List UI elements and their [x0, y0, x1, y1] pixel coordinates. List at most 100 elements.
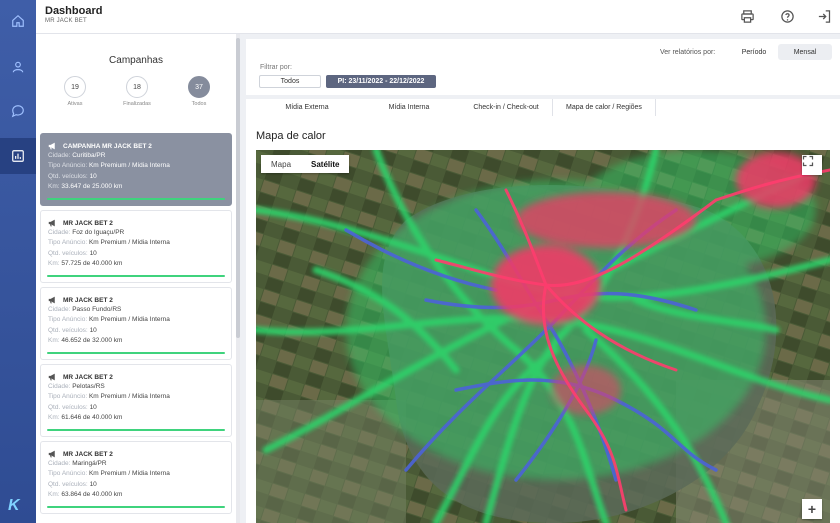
- campaign-km-row: Km: 57.725 de 40.000 km: [48, 259, 231, 269]
- campaign-vehicles: 10: [89, 172, 97, 180]
- campaign-vehicles-row: Qtd. veículos: 10: [48, 403, 231, 413]
- campaign-name: MR JACK BET 2: [63, 219, 113, 227]
- campaign-card-header: MR JACK BET 2: [48, 372, 231, 382]
- campaign-city-row: Cidade: Curitiba/PR: [48, 151, 231, 161]
- report-by-label: Ver relatórios por:: [660, 49, 716, 56]
- campaign-km-label: Km:: [48, 336, 60, 344]
- campaign-type: Km Premium / Mídia Interna: [88, 162, 170, 170]
- campaign-card[interactable]: MR JACK BET 2 Cidade: Passo Fundo/RS Tipo …: [40, 287, 232, 360]
- campaign-vehicles-row: Qtd. veículos: 10: [48, 249, 231, 259]
- campaign-city-row: Cidade: Foz do Iguaçu/PR: [48, 228, 231, 238]
- campaign-card[interactable]: MR JACK BET 2 Cidade: Maringá/PR Tipo Anún…: [40, 441, 232, 514]
- campaign-city-row: Cidade: Pelotas/RS: [48, 382, 231, 392]
- campaign-type-row: Tipo Anúncio: Km Premium / Mídia Interna: [48, 315, 231, 325]
- campaign-vehicles-label: Qtd. veículos:: [48, 403, 88, 411]
- campaign-card[interactable]: CAMPANHA MR JACK BET 2 Cidade: Curitiba/P…: [40, 133, 232, 206]
- campaign-vehicles-label: Qtd. veículos:: [48, 326, 88, 334]
- brand-logo: K: [8, 497, 20, 514]
- campaign-vehicles-row: Qtd. veículos: 10: [48, 326, 231, 336]
- report-periodo-option[interactable]: Período: [730, 44, 778, 60]
- megaphone-icon: [48, 219, 55, 227]
- campaign-city: Pelotas/RS: [72, 383, 105, 390]
- report-tabs: Mídia Externa Mídia Interna Check-in / C…: [246, 99, 840, 116]
- nav-reports[interactable]: [0, 138, 36, 174]
- tab-panel: Mapa de calor Mapa Satélite +: [246, 116, 840, 523]
- campaign-vehicles-label: Qtd. veículos:: [48, 480, 88, 488]
- tab-midia-externa[interactable]: Mídia Externa: [256, 99, 358, 116]
- home-icon: [12, 14, 24, 27]
- campaign-vehicles: 10: [89, 249, 97, 257]
- nav-chat[interactable]: [0, 93, 36, 129]
- campaign-type-label: Tipo Anúncio:: [48, 162, 88, 170]
- megaphone-icon: [48, 373, 55, 381]
- campaign-city: Maringá/PR: [72, 460, 107, 467]
- logout-button[interactable]: [814, 6, 834, 26]
- nav-users[interactable]: [0, 49, 36, 85]
- map-type-control: Mapa Satélite: [261, 155, 350, 173]
- campaign-km-row: Km: 61.646 de 40.000 km: [48, 413, 231, 423]
- chart-icon: [12, 150, 24, 162]
- campaign-card-header: MR JACK BET 2: [48, 218, 231, 228]
- campaign-card[interactable]: MR JACK BET 2 Cidade: Foz do Iguaçu/PR Tip…: [40, 210, 232, 283]
- campaign-card[interactable]: MR JACK BET 2 Cidade: Pelotas/RS Tipo Anún…: [40, 364, 232, 437]
- campaign-type-label: Tipo Anúncio:: [48, 316, 88, 324]
- campaign-card-header: MR JACK BET 2: [48, 449, 231, 459]
- heatmap-map[interactable]: Mapa Satélite +: [256, 150, 830, 523]
- campaign-km-row: Km: 63.864 de 40.000 km: [48, 490, 231, 500]
- campaign-type-label: Tipo Anúncio:: [48, 393, 88, 401]
- campaign-vehicles: 10: [89, 480, 97, 488]
- page-title: Dashboard: [45, 5, 103, 17]
- counter-finished[interactable]: 18: [126, 76, 148, 98]
- counter-active[interactable]: 19: [64, 76, 86, 98]
- user-icon: [12, 61, 24, 73]
- campaigns-scrollbar[interactable]: [236, 34, 240, 523]
- campaign-km: 46.652 de 32.000 km: [61, 336, 123, 344]
- fullscreen-button[interactable]: [802, 155, 822, 175]
- print-button[interactable]: [737, 6, 757, 26]
- campaign-card-header: MR JACK BET 2: [48, 295, 231, 305]
- campaign-progress-bar: [47, 275, 225, 277]
- campaign-vehicles: 10: [89, 403, 97, 411]
- page-subtitle: MR JACK BET: [45, 18, 87, 24]
- nav-home[interactable]: [0, 3, 36, 39]
- heatmap-layer: [256, 150, 830, 523]
- filter-bar: Ver relatórios por: Período Mensal Filtr…: [246, 39, 840, 95]
- campaign-vehicles-label: Qtd. veículos:: [48, 249, 88, 257]
- campaign-type: Km Premium / Mídia Interna: [88, 239, 170, 247]
- map-type-mapa[interactable]: Mapa: [261, 155, 301, 173]
- campaign-city-label: Cidade:: [48, 229, 71, 236]
- campaign-type-row: Tipo Anúncio: Km Premium / Mídia Interna: [48, 392, 231, 402]
- campaign-type-row: Tipo Anúncio: Km Premium / Mídia Interna: [48, 469, 231, 479]
- counter-active-label: Ativas: [67, 101, 83, 107]
- help-button[interactable]: [777, 6, 797, 26]
- map-type-satelite[interactable]: Satélite: [301, 155, 349, 173]
- campaign-vehicles-row: Qtd. veículos: 10: [48, 172, 231, 182]
- filter-period-chip[interactable]: PI: 23/11/2022 - 22/12/2022: [326, 75, 436, 88]
- campaign-km: 61.646 de 40.000 km: [61, 413, 123, 421]
- counter-all-label: Todos: [191, 101, 207, 107]
- tab-midia-interna[interactable]: Mídia Interna: [358, 99, 460, 116]
- help-icon: [780, 9, 794, 23]
- map-title: Mapa de calor: [256, 130, 326, 142]
- chat-icon: [11, 105, 24, 118]
- campaign-type-label: Tipo Anúncio:: [48, 239, 88, 247]
- campaign-km-label: Km:: [48, 182, 60, 190]
- campaign-km: 33.647 de 25.000 km: [61, 182, 123, 190]
- campaign-progress-bar: [47, 352, 225, 354]
- counter-all[interactable]: 37: [188, 76, 210, 98]
- campaign-vehicles-label: Qtd. veículos:: [48, 172, 88, 180]
- zoom-in-button[interactable]: +: [802, 499, 822, 519]
- main-content: Ver relatórios por: Período Mensal Filtr…: [246, 34, 840, 523]
- campaign-type: Km Premium / Mídia Interna: [88, 470, 170, 478]
- campaigns-title: Campanhas: [109, 55, 163, 66]
- campaign-city-label: Cidade:: [48, 383, 71, 390]
- tab-mapa-de-calor[interactable]: Mapa de calor / Regiões: [552, 99, 656, 116]
- campaign-km-label: Km:: [48, 259, 60, 267]
- campaign-name: MR JACK BET 2: [63, 296, 113, 304]
- campaign-vehicles-row: Qtd. veículos: 10: [48, 480, 231, 490]
- campaign-type: Km Premium / Mídia Interna: [88, 316, 170, 324]
- filter-todos-button[interactable]: Todos: [259, 75, 321, 88]
- report-mensal-option[interactable]: Mensal: [778, 44, 832, 60]
- campaign-km: 57.725 de 40.000 km: [61, 259, 123, 267]
- tab-checkin-checkout[interactable]: Check-in / Check-out: [460, 99, 552, 116]
